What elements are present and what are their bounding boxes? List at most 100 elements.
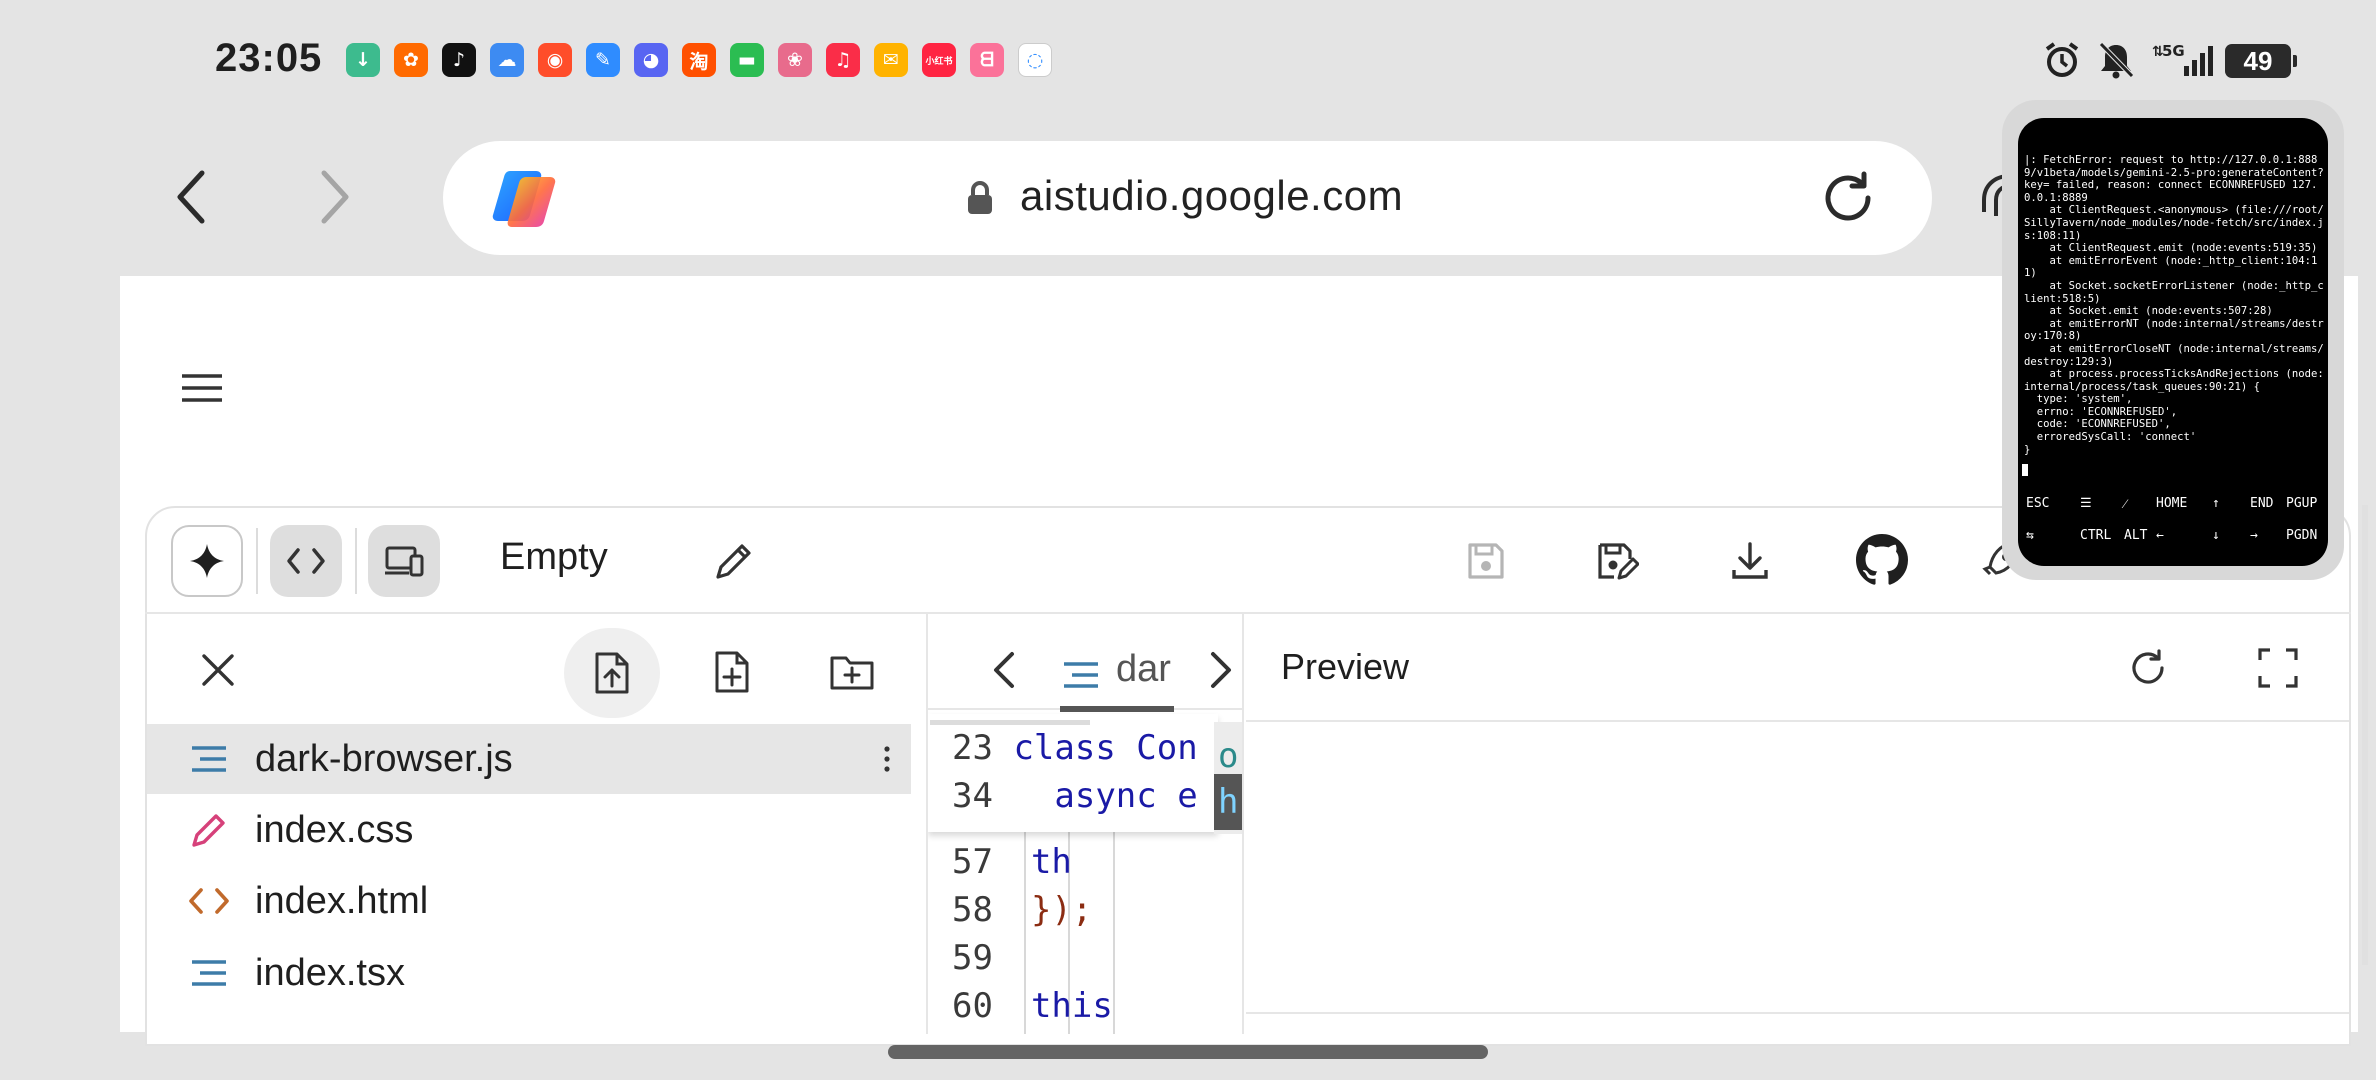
close-icon [202,654,234,686]
download-icon [1732,542,1768,579]
chevron-left-icon [994,652,1014,688]
device-preview-button[interactable] [368,525,440,597]
code-view-button[interactable] [270,525,342,597]
file-name: dark-browser.js [255,737,513,780]
file-name: index.css [255,808,414,851]
file-item-index-html[interactable]: index.html [147,866,911,936]
tab-scroll-left-button[interactable] [990,650,1026,696]
terminal-cursor [2022,464,2028,476]
active-tab-indicator [1060,706,1174,712]
download-button[interactable] [1724,535,1776,587]
status-time: 23:05 [215,36,323,80]
code-brackets-icon [287,548,325,574]
new-file-button[interactable] [706,644,758,700]
terminal-key-1[interactable]: CTRL [2080,528,2111,543]
file-item-dark-browser-js[interactable]: dark-browser.js [147,724,911,794]
code-editor[interactable]: dar 57th 58}); 59 60 this 23 class Con 34… [926,614,1244,1034]
terminal-key-3[interactable]: ← [2156,528,2164,543]
toolbar-separator [355,528,357,594]
rename-button[interactable] [708,535,760,587]
save-as-button[interactable] [1590,535,1644,587]
alarm-icon [2040,40,2084,80]
github-icon [1856,534,1908,585]
reload-button[interactable] [1818,168,1878,228]
mute-bell-icon [2094,40,2138,80]
terminal-key-6[interactable]: PGDN [2286,528,2317,543]
upload-file-button[interactable] [564,628,660,718]
terminal-key-1[interactable]: ☰ [2080,496,2092,511]
terminal-key-0[interactable]: ⇆ [2026,528,2034,543]
terminal-key-2[interactable]: ALT [2124,528,2147,543]
fullscreen-icon [2258,648,2298,688]
messages-icon: ▬ [730,43,764,77]
terminal-key-6[interactable]: PGUP [2286,496,2317,511]
sticky-line: 34 async e [952,776,1198,816]
file-name: index.tsx [255,951,405,994]
chevron-right-icon [1211,652,1231,688]
lock-icon [966,180,994,216]
app-icon: ✿ [394,43,428,77]
hamburger-menu-button[interactable] [180,370,224,406]
new-folder-button[interactable] [824,646,880,698]
terminal-key-5[interactable]: → [2250,528,2258,543]
taobao-icon: 淘 [682,43,716,77]
terminal-key-3[interactable]: HOME [2156,496,2187,511]
chat-icon: ◌ [1018,43,1052,77]
terminal-key-0[interactable]: ESC [2026,496,2049,511]
mail-icon: ✉ [874,43,908,77]
folder-plus-icon [830,656,874,690]
terminal-key-2[interactable]: ⁄ [2124,496,2126,512]
project-name[interactable]: Empty [500,536,608,579]
tab-scroll-right-button[interactable] [1205,650,1241,696]
code-line: 60 this [952,986,1113,1026]
cell-signal-icon: ⇅ 5G [2148,40,2218,80]
menu-icon [182,374,222,402]
sticky-line: 23 class Con [952,728,1198,768]
copilot-icon[interactable] [490,163,564,233]
forward-button[interactable] [306,160,366,234]
js-file-icon [187,737,231,781]
gesture-bar[interactable] [888,1045,1488,1059]
file-item-index-css[interactable]: index.css [147,795,911,865]
terminal-key-4[interactable]: ↑ [2212,496,2220,511]
code-peek-highlight: h [1214,774,1242,830]
weather-icon: ☁ [490,43,524,77]
editor-tab-label[interactable]: dar [1116,648,1171,691]
terminal-output: |: FetchError: request to http://127.0.0… [2024,154,2324,456]
preview-divider [1246,1012,2349,1014]
gemini-assistant-button[interactable] [171,525,243,597]
toolbar-separator [256,528,258,594]
more-options-icon[interactable] [877,744,897,774]
tsx-file-icon [187,951,231,995]
terminal-key-5[interactable]: END [2250,496,2273,511]
preview-divider [1246,720,2349,722]
terminal-window[interactable]: |: FetchError: request to http://127.0.0… [2018,118,2328,566]
devices-icon [385,546,424,577]
url-text[interactable]: aistudio.google.com [1020,172,1403,220]
js-file-icon [1062,660,1100,690]
back-button[interactable] [160,160,220,234]
file-upload-icon [595,652,629,694]
pencil-icon [716,544,751,579]
terminal-key-4[interactable]: ↓ [2212,528,2220,543]
gallery-icon: ❀ [778,43,812,77]
close-explorer-button[interactable] [192,644,244,696]
sticky-scroll: 23 class Con 34 async e [928,714,1218,832]
fullscreen-button[interactable] [2252,642,2304,694]
feather-icon: ✎ [586,43,620,77]
css-file-icon [187,808,231,852]
github-button[interactable] [1854,532,1910,588]
save-button[interactable] [1460,535,1512,587]
download-icon: ↓ [346,43,380,77]
bilibili-icon: ᗺ [970,43,1004,77]
app-icon: ◉ [538,43,572,77]
file-plus-icon [715,651,749,693]
refresh-icon [2132,649,2164,684]
network-type: 5G [2162,42,2185,60]
code-line: 57th [952,842,1072,882]
chevron-left-icon [177,170,205,224]
refresh-preview-button[interactable] [2122,642,2174,694]
page-scrollbar[interactable] [2362,505,2368,965]
file-item-index-tsx[interactable]: index.tsx [147,938,911,1008]
code-line: 58}); [952,890,1093,930]
